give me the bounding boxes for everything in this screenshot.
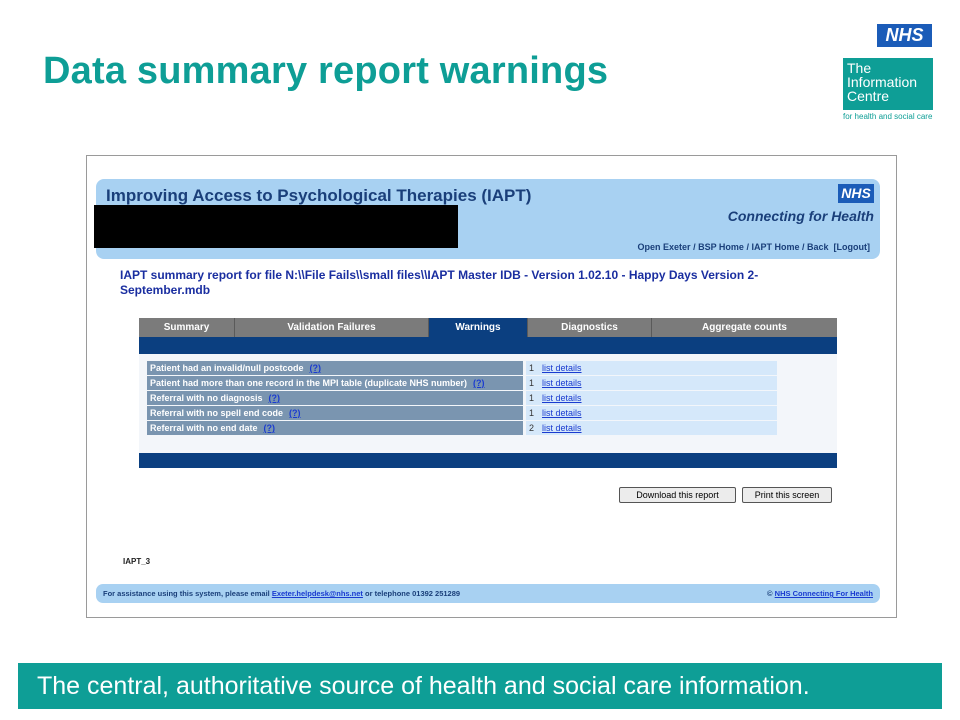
warning-label: Referral with no diagnosis (?) bbox=[147, 391, 523, 405]
warning-label: Patient had more than one record in the … bbox=[147, 376, 523, 390]
help-link[interactable]: (?) bbox=[473, 378, 485, 388]
warning-count: 1 bbox=[526, 391, 540, 405]
warning-label: Patient had an invalid/null postcode (?) bbox=[147, 361, 523, 375]
bottom-band: The central, authoritative source of hea… bbox=[18, 663, 942, 709]
nav-separator: / bbox=[799, 242, 807, 252]
nav-logout[interactable]: [Logout] bbox=[834, 242, 870, 252]
help-link[interactable]: (?) bbox=[264, 423, 276, 433]
warning-count: 1 bbox=[526, 406, 540, 420]
help-link[interactable]: (?) bbox=[289, 408, 301, 418]
warning-details-cell: list details bbox=[540, 421, 777, 435]
connecting-for-health-logo: Connecting for Health bbox=[727, 208, 874, 224]
list-details-link[interactable]: list details bbox=[542, 408, 582, 418]
nhs-logo: NHS bbox=[877, 24, 932, 47]
warning-details-cell: list details bbox=[540, 406, 777, 420]
logo-tagline: for health and social care bbox=[843, 112, 933, 121]
bottom-tagline: The central, authoritative source of hea… bbox=[37, 672, 810, 700]
list-details-link[interactable]: list details bbox=[542, 423, 582, 433]
app-title: Improving Access to Psychological Therap… bbox=[106, 186, 532, 205]
cfh-footer-link[interactable]: NHS Connecting For Health bbox=[775, 589, 873, 598]
footer-help-text: For assistance using this system, please… bbox=[103, 584, 460, 603]
app-footer: For assistance using this system, please… bbox=[96, 584, 880, 603]
warning-text: Referral with no end date bbox=[150, 423, 258, 433]
logo-line-1: The bbox=[847, 60, 872, 76]
warning-text: Referral with no spell end code bbox=[150, 408, 284, 418]
nav-open-exeter[interactable]: Open Exeter bbox=[638, 242, 691, 252]
warning-row: Referral with no diagnosis (?) 1 list det… bbox=[147, 391, 777, 405]
logo-line-3: Centre bbox=[847, 88, 890, 104]
tab-aggregate-counts[interactable]: Aggregate counts bbox=[652, 318, 837, 337]
warning-details-cell: list details bbox=[540, 376, 777, 390]
download-report-button[interactable]: Download this report bbox=[619, 487, 736, 503]
logo-line-2: Information bbox=[847, 74, 918, 90]
slide-title: Data summary report warnings bbox=[43, 50, 609, 92]
nav-iapt-home[interactable]: IAPT Home bbox=[751, 242, 799, 252]
footer-copyright: © NHS Connecting For Health bbox=[767, 584, 873, 603]
copyright-symbol: © bbox=[767, 589, 775, 598]
help-link[interactable]: (?) bbox=[269, 393, 281, 403]
warning-text: Referral with no diagnosis bbox=[150, 393, 263, 403]
warning-text: Patient had an invalid/null postcode bbox=[150, 363, 304, 373]
information-centre-logo: The Information Centre bbox=[843, 58, 933, 110]
warning-row: Referral with no end date (?) 2 list deta… bbox=[147, 421, 777, 435]
tab-bar: Summary Validation Failures Warnings Dia… bbox=[139, 318, 837, 337]
tab-diagnostics[interactable]: Diagnostics bbox=[528, 318, 652, 337]
nav-bsp-home[interactable]: BSP Home bbox=[698, 242, 744, 252]
warning-details-cell: list details bbox=[540, 361, 777, 375]
help-link[interactable]: (?) bbox=[310, 363, 322, 373]
tab-panel-footer bbox=[139, 453, 837, 468]
nav-back[interactable]: Back bbox=[807, 242, 829, 252]
list-details-link[interactable]: list details bbox=[542, 378, 582, 388]
warning-row: Patient had an invalid/null postcode (?) … bbox=[147, 361, 777, 375]
footer-prefix: For assistance using this system, please… bbox=[103, 589, 272, 598]
tab-summary[interactable]: Summary bbox=[139, 318, 235, 337]
warning-label: Referral with no spell end code (?) bbox=[147, 406, 523, 420]
print-screen-button[interactable]: Print this screen bbox=[742, 487, 832, 503]
warning-count: 1 bbox=[526, 376, 540, 390]
warning-row: Patient had more than one record in the … bbox=[147, 376, 777, 390]
footer-suffix: or telephone 01392 251289 bbox=[362, 589, 461, 598]
nav-separator: / bbox=[690, 242, 699, 252]
warnings-list: Patient had an invalid/null postcode (?) … bbox=[147, 361, 777, 436]
list-details-link[interactable]: list details bbox=[542, 393, 582, 403]
warning-details-cell: list details bbox=[540, 391, 777, 405]
tab-warnings[interactable]: Warnings bbox=[429, 318, 528, 337]
warning-label: Referral with no end date (?) bbox=[147, 421, 523, 435]
warning-text: Patient had more than one record in the … bbox=[150, 378, 468, 388]
warning-count: 2 bbox=[526, 421, 540, 435]
tab-validation-failures[interactable]: Validation Failures bbox=[235, 318, 429, 337]
redaction-box bbox=[94, 205, 458, 248]
tab-panel-header bbox=[139, 337, 837, 354]
list-details-link[interactable]: list details bbox=[542, 363, 582, 373]
app-screenshot-frame: Improving Access to Psychological Therap… bbox=[86, 155, 897, 618]
report-title: IAPT summary report for file N:\\File Fa… bbox=[120, 268, 759, 297]
app-nav: Open Exeter / BSP Home / IAPT Home / Bac… bbox=[638, 242, 870, 252]
helpdesk-email-link[interactable]: Exeter.helpdesk@nhs.net bbox=[272, 589, 363, 598]
page-code: IAPT_3 bbox=[123, 557, 151, 566]
warning-count: 1 bbox=[526, 361, 540, 375]
warning-row: Referral with no spell end code (?) 1 lis… bbox=[147, 406, 777, 420]
nhs-badge: NHS bbox=[838, 184, 874, 203]
